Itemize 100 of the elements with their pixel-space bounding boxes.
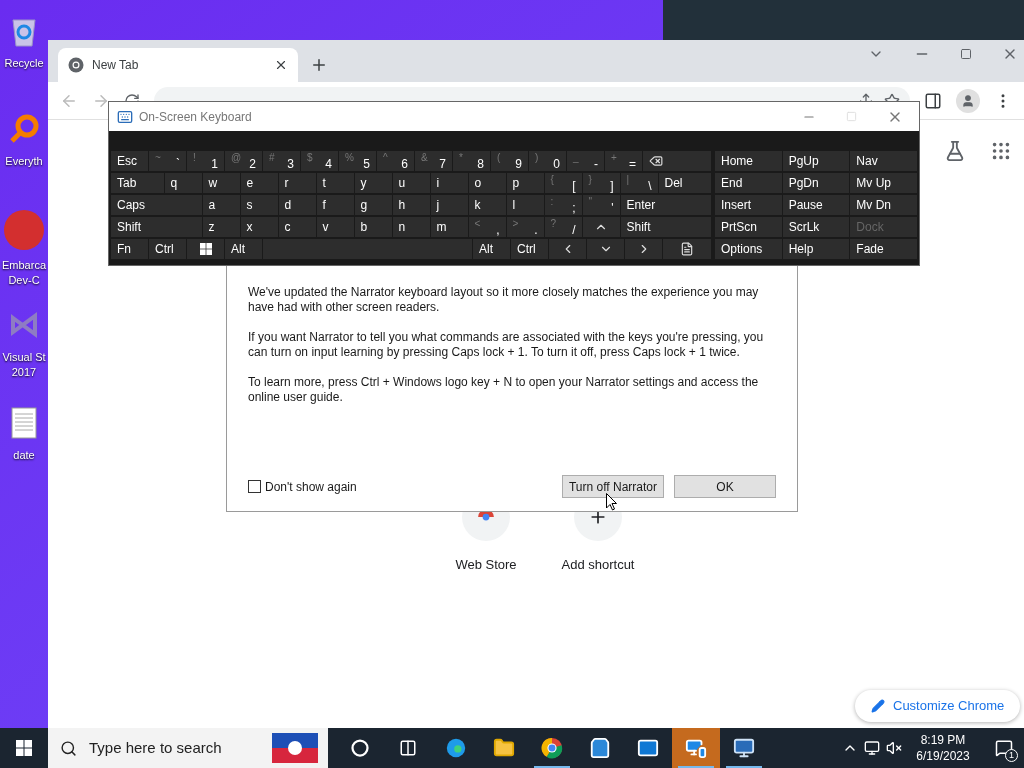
key[interactable]: PrtScn bbox=[715, 217, 782, 237]
key[interactable]: ? / bbox=[544, 217, 582, 237]
key[interactable]: m bbox=[430, 217, 468, 237]
flask-icon[interactable] bbox=[944, 140, 966, 162]
new-tab-icon[interactable] bbox=[310, 56, 328, 74]
key[interactable]: : ; bbox=[544, 195, 582, 215]
key[interactable]: q bbox=[164, 173, 202, 193]
key[interactable]: ScrLk bbox=[782, 217, 850, 237]
customize-chrome-button[interactable]: Customize Chrome bbox=[855, 690, 1021, 722]
key[interactable]: h bbox=[392, 195, 430, 215]
key[interactable]: } ] bbox=[582, 173, 620, 193]
key[interactable]: Fn bbox=[111, 239, 148, 259]
key[interactable]: ^ 6 bbox=[377, 151, 414, 171]
key[interactable]: Alt bbox=[225, 239, 262, 259]
checkbox[interactable] bbox=[248, 480, 261, 493]
key[interactable]: l bbox=[506, 195, 544, 215]
key[interactable]: { [ bbox=[544, 173, 582, 193]
key[interactable]: Pause bbox=[782, 195, 850, 215]
key[interactable]: | \ bbox=[620, 173, 658, 193]
key[interactable]: Nav bbox=[850, 151, 917, 171]
clock-date: 6/19/2023 bbox=[916, 748, 970, 764]
key[interactable]: PgUp bbox=[782, 151, 850, 171]
key[interactable]: + = bbox=[605, 151, 642, 171]
key[interactable]: PgDn bbox=[782, 173, 850, 193]
key[interactable]: $ 4 bbox=[301, 151, 338, 171]
key[interactable]: Ctrl bbox=[511, 239, 548, 259]
key[interactable]: Shift bbox=[620, 217, 711, 237]
desktop-icon-label: 2017 bbox=[11, 365, 37, 380]
menu-key[interactable] bbox=[663, 239, 711, 259]
key[interactable]: x bbox=[240, 217, 278, 237]
key[interactable]: ~ ` bbox=[149, 151, 186, 171]
key[interactable]: @ 2 bbox=[225, 151, 262, 171]
key[interactable]: % 5 bbox=[339, 151, 376, 171]
key[interactable]: v bbox=[316, 217, 354, 237]
backspace-key[interactable] bbox=[643, 151, 711, 171]
up-key[interactable] bbox=[582, 217, 620, 237]
key[interactable]: n bbox=[392, 217, 430, 237]
maximize-icon[interactable] bbox=[960, 48, 972, 60]
browser-tab[interactable]: New Tab bbox=[58, 48, 298, 82]
key[interactable]: a bbox=[202, 195, 240, 215]
side-panel-icon[interactable] bbox=[924, 91, 942, 110]
key[interactable]: i bbox=[430, 173, 468, 193]
key[interactable]: Fade bbox=[850, 239, 917, 259]
key[interactable]: & 7 bbox=[415, 151, 452, 171]
key[interactable]: ! 1 bbox=[187, 151, 224, 171]
taskbar-clock[interactable]: 8:19 PM 6/19/2023 bbox=[902, 732, 984, 764]
key[interactable]: r bbox=[278, 173, 316, 193]
key[interactable]: Help bbox=[782, 239, 850, 259]
key[interactable]: Caps bbox=[111, 195, 202, 215]
apps-grid-icon[interactable] bbox=[990, 140, 1012, 162]
close-icon[interactable] bbox=[274, 58, 288, 72]
key[interactable]: * 8 bbox=[453, 151, 490, 171]
key[interactable]: s bbox=[240, 195, 278, 215]
key[interactable]: " ' bbox=[582, 195, 620, 215]
key[interactable]: Del bbox=[658, 173, 711, 193]
key[interactable]: f bbox=[316, 195, 354, 215]
key[interactable]: Mv Dn bbox=[850, 195, 917, 215]
key[interactable]: Shift bbox=[111, 217, 202, 237]
key[interactable]: y bbox=[354, 173, 392, 193]
key[interactable]: u bbox=[392, 173, 430, 193]
key[interactable]: t bbox=[316, 173, 354, 193]
key[interactable]: j bbox=[430, 195, 468, 215]
desktop-icon-label: date bbox=[13, 448, 35, 463]
taskbar-search-box[interactable]: Type here to search bbox=[48, 728, 328, 768]
key[interactable]: Ctrl bbox=[149, 239, 186, 259]
network-icon[interactable] bbox=[864, 740, 880, 756]
windows-key[interactable] bbox=[187, 239, 224, 259]
key[interactable]: o bbox=[468, 173, 506, 193]
key[interactable]: e bbox=[240, 173, 278, 193]
key[interactable]: > . bbox=[506, 217, 544, 237]
profile-avatar[interactable] bbox=[956, 88, 980, 113]
key[interactable]: Alt bbox=[473, 239, 510, 259]
key[interactable]: < , bbox=[468, 217, 506, 237]
key[interactable]: z bbox=[202, 217, 240, 237]
key[interactable]: ) 0 bbox=[529, 151, 566, 171]
key[interactable]: c bbox=[278, 217, 316, 237]
key[interactable]: Insert bbox=[715, 195, 782, 215]
key[interactable]: k bbox=[468, 195, 506, 215]
key[interactable]: # 3 bbox=[263, 151, 300, 171]
dialog-button[interactable]: Turn off Narrator bbox=[561, 475, 664, 498]
notification-button[interactable]: 1 bbox=[984, 728, 1024, 768]
key[interactable]: Tab bbox=[111, 173, 164, 193]
key[interactable]: b bbox=[354, 217, 392, 237]
dialog-button[interactable]: OK bbox=[674, 475, 776, 498]
key[interactable]: Mv Up bbox=[850, 173, 917, 193]
volume-muted-icon[interactable] bbox=[886, 740, 902, 756]
key[interactable]: g bbox=[354, 195, 392, 215]
key[interactable]: d bbox=[278, 195, 316, 215]
key[interactable]: Home bbox=[715, 151, 782, 171]
key[interactable]: Options bbox=[715, 239, 782, 259]
key[interactable]: _ - bbox=[567, 151, 604, 171]
key[interactable]: Enter bbox=[620, 195, 711, 215]
key[interactable]: End bbox=[715, 173, 782, 193]
key[interactable]: Esc bbox=[111, 151, 148, 171]
desktop-icon-label: Everyth bbox=[5, 154, 43, 169]
key[interactable]: w bbox=[202, 173, 240, 193]
key[interactable]: p bbox=[506, 173, 544, 193]
clock-time: 8:19 PM bbox=[920, 732, 966, 748]
key[interactable]: ( 9 bbox=[491, 151, 528, 171]
dont-show-checkbox[interactable]: Don't show again bbox=[248, 477, 357, 496]
